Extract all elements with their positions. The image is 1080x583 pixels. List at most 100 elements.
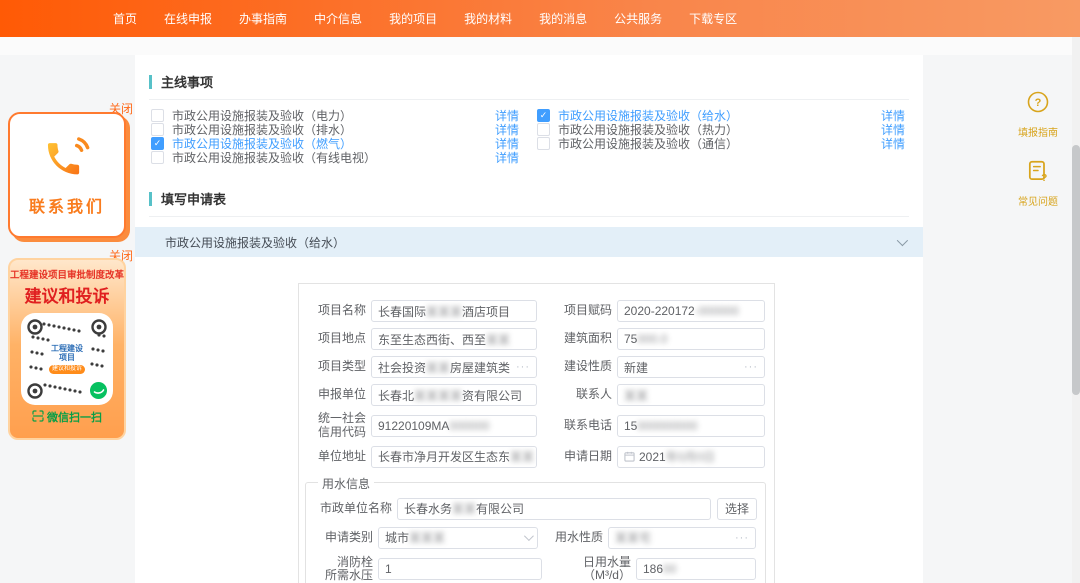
accordion-header-water-supply[interactable]: 市政公用设施报装及验收（给水） — [135, 227, 923, 257]
tool-label: 填报指南 — [1010, 124, 1066, 139]
field-value-part: 城市 — [385, 529, 409, 546]
field-value-part: 2021 — [639, 450, 666, 464]
detail-link[interactable]: 详情 — [495, 149, 519, 166]
field-label: 统一社会 信用代码 — [308, 412, 366, 440]
nav-item[interactable]: 办事指南 — [239, 10, 287, 27]
field-value-part: 长春水务 — [404, 500, 452, 517]
field-value-part: 00 — [663, 562, 676, 576]
scrollbar-thumb[interactable] — [1072, 145, 1080, 395]
form-row: 单位地址长春市净月开发区生态东某某申请日期2021年0月0日 — [308, 446, 765, 468]
checkbox[interactable] — [151, 137, 164, 150]
chevron-down-icon — [897, 235, 908, 246]
nav-item[interactable]: 在线申报 — [164, 10, 212, 27]
form-row: 项目类型社会投资某某房屋建筑类···建设性质新建··· — [308, 356, 765, 378]
nav-item[interactable]: 下载专区 — [689, 10, 737, 27]
ellipsis-icon: ··· — [512, 361, 530, 373]
checkbox-column-right: 市政公用设施报装及验收（给水）详情市政公用设施报装及验收（热力）详情市政公用设施… — [537, 108, 905, 164]
phone-icon — [41, 134, 93, 185]
checkbox-row: 市政公用设施报装及验收（有线电视） 详情 — [151, 150, 519, 164]
question-circle-icon: ? — [1026, 101, 1050, 118]
field-input[interactable]: 长春国际某某某酒店项目 — [371, 300, 537, 322]
scan-icon — [32, 410, 44, 425]
field-input[interactable]: 新建 ··· — [617, 356, 765, 378]
ellipsis-icon: ··· — [740, 361, 758, 373]
field-value-part: 15 — [624, 419, 637, 433]
nav-item[interactable]: 我的项目 — [389, 10, 437, 27]
field-input[interactable]: 75000.0 — [617, 328, 765, 350]
field-label: 用水性质 — [545, 531, 603, 545]
field-input[interactable]: 2020-220172-000000 — [617, 300, 765, 322]
field-input[interactable]: 社会投资某某房屋建筑类··· — [371, 356, 537, 378]
detail-link[interactable]: 详情 — [881, 135, 905, 152]
nav-item[interactable]: 公共服务 — [614, 10, 662, 27]
checkbox[interactable] — [537, 123, 550, 136]
field-value-part: 社会投资 — [378, 359, 426, 376]
field-label: 单位地址 — [308, 450, 366, 464]
checkbox-column-left: 市政公用设施报装及验收（电力）详情市政公用设施报装及验收（排水）详情市政公用设施… — [151, 108, 519, 164]
water-rows: 申请类别城市某某某用水性质某某宅···消防栓 所需水压1日用水量 （M³/d）1… — [314, 526, 757, 583]
field-input[interactable]: 某某 — [617, 384, 765, 406]
checkbox-label: 市政公用设施报装及验收（通信） — [558, 135, 738, 152]
water-unit-row: 市政单位名称 长春水务某某有限公司 选择 — [314, 498, 757, 520]
apply-section-title: 填写申请表 — [161, 189, 226, 208]
form-field: 日用水量 （M³/d）18600 — [573, 556, 756, 583]
checkbox[interactable] — [537, 109, 550, 122]
field-label: 申请类别 — [315, 531, 373, 545]
water-form-row: 消防栓 所需水压1日用水量 （M³/d）18600 — [315, 556, 756, 583]
field-input[interactable]: 长春市净月开发区生态东某某 — [371, 446, 537, 468]
field-label: 日用水量 （M³/d） — [573, 556, 631, 583]
complaint-title: 工程建设项目审批制度改革 — [10, 267, 124, 281]
field-input[interactable]: 18600 — [636, 558, 756, 580]
checkbox-row: 市政公用设施报装及验收（通信） 详情 — [537, 136, 905, 150]
field-input[interactable]: 东至生态西街、西至某某 — [371, 328, 537, 350]
field-input[interactable]: 15000000000 — [617, 415, 765, 437]
right-tools: ? 填报指南 ?常见问题 — [1010, 90, 1066, 228]
field-label: 联系电话 — [554, 419, 612, 433]
field-value-part: 某某 — [486, 331, 510, 348]
select-unit-button[interactable]: 选择 — [717, 498, 757, 520]
checkbox[interactable] — [151, 123, 164, 136]
field-input[interactable]: 长春北某某某某资有限公司 — [371, 384, 537, 406]
ellipsis-icon: ··· — [731, 532, 749, 544]
nav-item[interactable]: 我的材料 — [464, 10, 512, 27]
field-value-part: 东至生态西街、西至 — [378, 331, 486, 348]
form-field: 建设性质新建··· — [554, 356, 765, 378]
form-rows: 项目名称长春国际某某某酒店项目项目赋码2020-220172-000000项目地… — [299, 300, 774, 468]
form-row: 申报单位长春北某某某某资有限公司联系人某某 — [308, 384, 765, 406]
form-row: 项目名称长春国际某某某酒店项目项目赋码2020-220172-000000 — [308, 300, 765, 322]
field-value-part: 新建 — [624, 359, 648, 376]
field-input[interactable]: 某某宅··· — [608, 527, 756, 549]
complaint-subtitle: 建议和投诉 — [10, 282, 124, 307]
field-input[interactable]: 91220109MA000000 — [371, 415, 537, 437]
form-field: 申报单位长春北某某某某资有限公司 — [308, 384, 537, 406]
field-input[interactable]: 1 — [378, 558, 542, 580]
nav-item[interactable]: 我的消息 — [539, 10, 587, 27]
wechat-scan-label: 微信扫一扫 — [47, 409, 102, 425]
form-field: 建筑面积75000.0 — [554, 328, 765, 350]
scrollbar-track[interactable] — [1072, 37, 1080, 583]
nav-item[interactable]: 中介信息 — [314, 10, 362, 27]
checkbox[interactable] — [151, 109, 164, 122]
form-field: 联系人某某 — [554, 384, 765, 406]
doc-question-icon: ? — [1026, 170, 1050, 187]
field-label: 市政单位名称 — [314, 502, 392, 516]
form-row: 项目地点东至生态西街、西至某某建筑面积75000.0 — [308, 328, 765, 350]
field-value-part: 年0月0日 — [666, 448, 715, 465]
contact-us-card[interactable]: 联系我们 — [8, 112, 126, 238]
field-input[interactable]: 2021年0月0日 — [617, 446, 765, 468]
tool-doc-question[interactable]: ?常见问题 — [1010, 159, 1066, 208]
mainline-section-header: 主线事项 — [149, 67, 909, 100]
complaint-qr-card[interactable]: 工程建设项目审批制度改革 建议和投诉 工程建设 项目 建议和投诉 微信扫一扫 — [8, 258, 126, 440]
checkbox-label: 市政公用设施报装及验收（有线电视） — [172, 149, 376, 166]
checkbox[interactable] — [537, 137, 550, 150]
nav-item[interactable]: 首页 — [113, 10, 137, 27]
field-value-part: -000000 — [695, 304, 739, 318]
field-value-part: 000000 — [449, 419, 489, 433]
checkbox[interactable] — [151, 151, 164, 164]
tool-question-circle[interactable]: ? 填报指南 — [1010, 90, 1066, 139]
water-unit-input[interactable]: 长春水务某某有限公司 — [397, 498, 711, 520]
field-value-part: 长春市净月开发区生态东 — [378, 448, 510, 465]
field-input[interactable]: 城市某某某 — [378, 527, 538, 549]
form-field: 联系电话 15000000000 — [554, 415, 765, 437]
field-value-part: 房屋建筑类 — [450, 359, 510, 376]
